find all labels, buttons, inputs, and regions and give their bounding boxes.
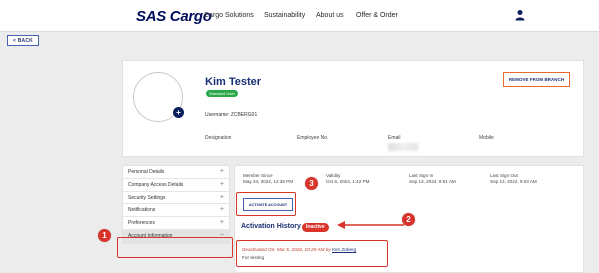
validity-value: Oct 8, 2024, 1:42 PM [326,179,370,184]
expand-plus-icon: + [219,193,224,201]
activation-history-title: Activation History [241,223,301,230]
highlight-deactivation-record [236,240,388,267]
remove-from-branch-button[interactable]: REMOVE FROM BRANCH [503,72,570,87]
nav-about-us[interactable]: About us [316,12,344,19]
expand-plus-icon: + [219,180,224,188]
mobile-label: Mobile [479,135,494,141]
menu-item-preferences[interactable]: Preferences + [123,217,229,230]
last-sign-in-value: Sep 13, 2024, 9:01 AM [409,179,456,184]
annotation-marker-3: 3 [305,177,318,190]
member-since-value: May 24, 2024, 12:35 PM [243,179,294,184]
status-badge: Inactive [302,223,329,232]
email-label: Email [388,135,401,141]
menu-item-company-access-details[interactable]: Company Access Details + [123,179,229,192]
designation-label: Designation [205,135,232,141]
menu-item-security-settings[interactable]: Security Settings + [123,192,229,205]
menu-item-label: Security Settings [128,194,166,201]
nav-cargo-solutions[interactable]: Cargo Solutions [204,12,254,19]
validity-block: Validity Oct 8, 2024, 1:42 PM [326,173,369,185]
menu-item-label: Personal Details [128,169,165,175]
username-text: Username: ZCBERG01 [205,112,258,118]
menu-item-personal-details[interactable]: Personal Details + [123,166,229,179]
top-navigation: SAS Cargo Cargo Solutions Sustainability… [0,0,599,32]
annotation-marker-2: 2 [402,213,415,226]
highlight-account-information [117,237,233,258]
highlight-activate-account [236,192,296,216]
last-sign-out-block: Last Sign Out Sep 13, 2024, 9:03 AM [490,173,537,185]
employee-no-label: Employee No. [297,135,329,141]
role-badge: Standard User [206,90,238,97]
menu-item-notifications[interactable]: Notifications + [123,204,229,218]
last-sign-out-value: Sep 13, 2024, 9:03 AM [490,179,537,184]
expand-plus-icon: + [219,168,224,175]
arrow-icon [337,221,404,229]
profile-side-menu: Personal Details + Company Access Detail… [122,165,230,244]
profile-card: + Kim Tester Standard User Username: ZCB… [122,60,584,157]
user-name: Kim Tester [205,76,262,88]
menu-item-label: Notifications [128,207,156,214]
expand-plus-icon: + [219,219,224,227]
nav-offer-order[interactable]: Offer & Order [356,12,398,19]
user-icon[interactable] [515,9,525,21]
expand-plus-icon: + [219,206,224,214]
sas-cargo-logo[interactable]: SAS Cargo [136,8,212,25]
last-sign-in-block: Last Sign In Sep 13, 2024, 9:01 AM [409,173,456,185]
add-photo-icon[interactable]: + [173,107,184,118]
member-since-block: Member Since May 24, 2024, 12:35 PM [243,173,293,185]
menu-item-label: Preferences [128,220,155,227]
back-button[interactable]: < BACK [7,35,39,46]
email-value-redacted [388,143,418,151]
avatar[interactable]: + [133,72,184,122]
nav-sustainability[interactable]: Sustainability [264,12,305,19]
annotation-marker-1: 1 [98,229,111,242]
menu-item-label: Company Access Details [128,181,184,188]
